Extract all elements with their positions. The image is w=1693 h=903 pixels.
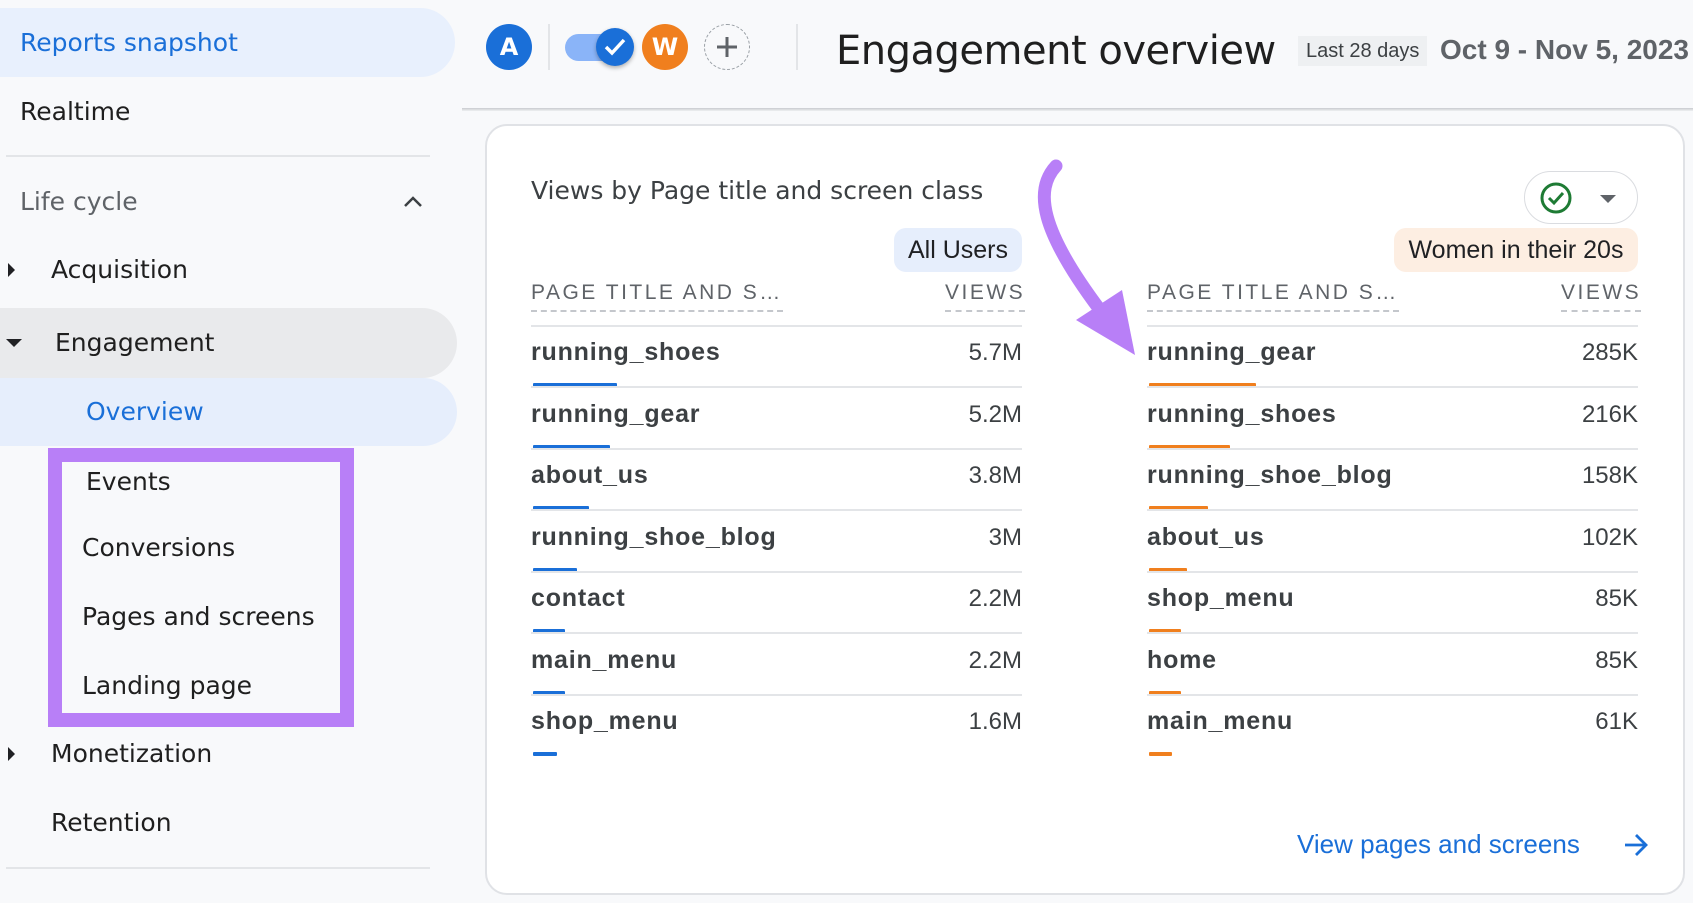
sidebar-item-overview-label: Overview bbox=[86, 397, 204, 426]
table-row-value: 5.2M bbox=[968, 400, 1022, 428]
table-row-name[interactable]: about_us bbox=[1147, 524, 1265, 550]
table-row-name[interactable]: running_shoes bbox=[1147, 401, 1337, 427]
table-row-value: 216K bbox=[1581, 400, 1638, 428]
table-row-value: 3.8M bbox=[968, 462, 1022, 489]
table-row-value: 102K bbox=[1581, 523, 1638, 551]
table-row-name[interactable]: main_menu bbox=[531, 647, 677, 673]
table-row-name[interactable]: running_gear bbox=[531, 401, 700, 427]
table-row-divider bbox=[1147, 509, 1638, 511]
table-row-divider bbox=[1147, 447, 1638, 450]
segment-chip-women-20s[interactable]: Women in their 20s bbox=[1394, 228, 1638, 272]
table-row-value: 1.6M bbox=[968, 708, 1022, 735]
sidebar-item-pages-and-screens[interactable]: Pages and screens bbox=[82, 604, 315, 629]
table-row-name[interactable]: home bbox=[1147, 647, 1217, 673]
table-row-name[interactable]: shop_menu bbox=[531, 709, 679, 734]
table-row-value: 3M bbox=[988, 523, 1022, 551]
table-row-name[interactable]: shop_menu bbox=[1147, 586, 1295, 611]
table-row-value: 2.2M bbox=[968, 585, 1022, 612]
check-circle-icon bbox=[1540, 182, 1572, 214]
table-row-name[interactable]: running_shoe_blog bbox=[531, 524, 777, 550]
collapse-engagement-icon[interactable] bbox=[6, 339, 22, 347]
plus-icon bbox=[717, 37, 737, 57]
date-range-label[interactable]: Last 28 days bbox=[1298, 36, 1428, 66]
table-row-value: 85K bbox=[1595, 646, 1638, 674]
table-header-divider bbox=[531, 325, 1022, 327]
table-row-name[interactable]: about_us bbox=[531, 463, 649, 488]
table-row-divider bbox=[531, 386, 1022, 388]
arrow-right-icon[interactable] bbox=[1623, 832, 1649, 858]
table-row-divider bbox=[1147, 570, 1638, 573]
date-range[interactable]: Oct 9 - Nov 5, 2023 bbox=[1440, 34, 1689, 66]
expand-monetization-icon[interactable] bbox=[8, 747, 15, 761]
table-row-value: 85K bbox=[1595, 585, 1638, 612]
table-row-name[interactable]: main_menu bbox=[1147, 709, 1293, 734]
table-row-value: 285K bbox=[1581, 339, 1638, 366]
column-header-page-title[interactable]: PAGE TITLE AND S… bbox=[531, 281, 783, 312]
table-row-name[interactable]: contact bbox=[531, 586, 626, 611]
table-row-value: 5.7M bbox=[968, 339, 1022, 366]
sidebar-item-events[interactable]: Events bbox=[86, 469, 171, 494]
header-separator bbox=[548, 24, 550, 70]
view-pages-and-screens-link[interactable]: View pages and screens bbox=[1297, 829, 1580, 860]
avatar-a[interactable]: A bbox=[486, 24, 532, 70]
header-divider bbox=[462, 108, 1693, 111]
table-row-divider bbox=[531, 509, 1022, 511]
sidebar-item-monetization[interactable]: Monetization bbox=[51, 741, 212, 766]
sidebar-item-reports-snapshot-label: Reports snapshot bbox=[20, 28, 238, 57]
table-row-divider bbox=[1147, 693, 1638, 696]
table-row-name[interactable]: running_gear bbox=[1147, 340, 1316, 365]
chevron-up-icon[interactable] bbox=[402, 193, 424, 209]
table-row-bar bbox=[1149, 752, 1172, 756]
column-header-views[interactable]: VIEWS bbox=[945, 281, 1026, 312]
annotation-arrow-icon bbox=[1037, 159, 1135, 355]
table-row-divider bbox=[531, 570, 1022, 573]
page-title: Engagement overview bbox=[836, 28, 1276, 74]
sidebar-item-retention[interactable]: Retention bbox=[51, 810, 172, 835]
table-row-divider bbox=[531, 447, 1022, 450]
sidebar-item-engagement-label: Engagement bbox=[55, 328, 215, 357]
table-row-value: 2.2M bbox=[968, 646, 1022, 674]
avatar-w[interactable]: W bbox=[642, 24, 688, 70]
sidebar-item-realtime[interactable]: Realtime bbox=[20, 99, 130, 124]
sidebar-item-overview[interactable] bbox=[0, 378, 457, 446]
table-row-name[interactable]: running_shoe_blog bbox=[1147, 463, 1393, 488]
sidebar-section-life-cycle[interactable]: Life cycle bbox=[20, 189, 138, 214]
sidebar-divider bbox=[6, 155, 430, 157]
check-icon[interactable] bbox=[596, 28, 634, 66]
table-header-divider bbox=[1147, 325, 1638, 327]
add-comparison-button[interactable] bbox=[704, 24, 750, 70]
table-row-divider bbox=[531, 693, 1022, 696]
table-row-value: 61K bbox=[1595, 708, 1638, 735]
table-row-bar bbox=[533, 752, 557, 756]
header-separator bbox=[796, 24, 798, 70]
table-row-divider bbox=[531, 632, 1022, 634]
segment-chip-all-users[interactable]: All Users bbox=[894, 228, 1022, 272]
compare-menu-button[interactable] bbox=[1524, 171, 1638, 224]
table-row-divider bbox=[1147, 632, 1638, 634]
table-row-value: 158K bbox=[1581, 462, 1638, 489]
sidebar-item-landing-page[interactable]: Landing page bbox=[82, 673, 252, 698]
column-header-page-title[interactable]: PAGE TITLE AND S… bbox=[1147, 281, 1399, 312]
sidebar-divider bbox=[6, 867, 430, 869]
expand-acquisition-icon[interactable] bbox=[8, 263, 15, 277]
card-title: Views by Page title and screen class bbox=[531, 176, 984, 205]
table-row-divider bbox=[1147, 386, 1638, 388]
sidebar-item-conversions[interactable]: Conversions bbox=[82, 535, 235, 560]
table-row-name[interactable]: running_shoes bbox=[531, 340, 721, 365]
dropdown-arrow-icon bbox=[1600, 195, 1616, 203]
sidebar-item-acquisition[interactable]: Acquisition bbox=[51, 257, 188, 282]
column-header-views[interactable]: VIEWS bbox=[1561, 281, 1642, 312]
